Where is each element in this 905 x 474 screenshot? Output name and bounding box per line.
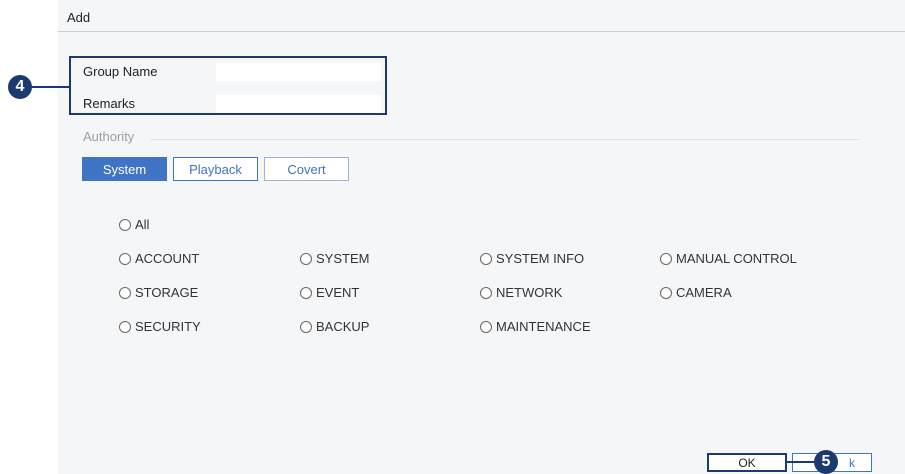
option-account[interactable]: ACCOUNT <box>119 251 199 266</box>
option-network[interactable]: NETWORK <box>480 285 562 300</box>
radio-icon <box>300 320 312 333</box>
radio-icon <box>119 320 131 333</box>
tab-system[interactable]: System <box>82 157 167 181</box>
callout-line-4 <box>30 86 70 88</box>
callout-badge-4: 4 <box>8 75 32 99</box>
option-label: BACKUP <box>316 319 370 334</box>
radio-icon <box>660 252 672 265</box>
radio-icon <box>119 218 131 231</box>
option-system-info[interactable]: SYSTEM INFO <box>480 251 584 266</box>
option-label: MAINTENANCE <box>496 319 591 334</box>
option-storage[interactable]: STORAGE <box>119 285 198 300</box>
back-button-label: k <box>849 455 855 470</box>
radio-icon <box>300 286 312 299</box>
option-label: SYSTEM <box>316 251 370 266</box>
radio-icon <box>480 286 492 299</box>
radio-icon <box>480 320 492 333</box>
title-divider <box>58 31 905 32</box>
authority-label: Authority <box>83 129 135 144</box>
option-label: SYSTEM INFO <box>496 251 585 266</box>
radio-icon <box>480 252 492 265</box>
callout-badge-5: 5 <box>814 450 838 474</box>
radio-icon <box>119 286 131 299</box>
option-event[interactable]: EVENT <box>300 285 359 300</box>
authority-divider <box>150 139 860 140</box>
option-label: EVENT <box>316 285 360 300</box>
tab-covert[interactable]: Covert <box>264 157 349 181</box>
option-backup[interactable]: BACKUP <box>300 319 369 334</box>
ok-button[interactable]: OK <box>707 453 787 472</box>
option-maintenance[interactable]: MAINTENANCE <box>480 319 591 334</box>
tab-playback[interactable]: Playback <box>173 157 258 181</box>
option-all[interactable]: All <box>119 217 149 232</box>
option-manual-control[interactable]: MANUAL CONTROL <box>660 251 797 266</box>
callout-highlight-box <box>69 56 387 115</box>
radio-icon <box>300 252 312 265</box>
callout-line-5 <box>787 461 817 463</box>
option-label: All <box>135 217 150 232</box>
option-label: ACCOUNT <box>135 251 200 266</box>
option-camera[interactable]: CAMERA <box>660 285 732 300</box>
option-label: SECURITY <box>135 319 201 334</box>
dialog-title: Add <box>67 10 91 25</box>
radio-icon <box>660 286 672 299</box>
option-security[interactable]: SECURITY <box>119 319 201 334</box>
option-label: STORAGE <box>135 285 199 300</box>
option-label: NETWORK <box>496 285 563 300</box>
radio-icon <box>119 252 131 265</box>
option-system[interactable]: SYSTEM <box>300 251 369 266</box>
option-label: CAMERA <box>676 285 732 300</box>
option-label: MANUAL CONTROL <box>676 251 797 266</box>
